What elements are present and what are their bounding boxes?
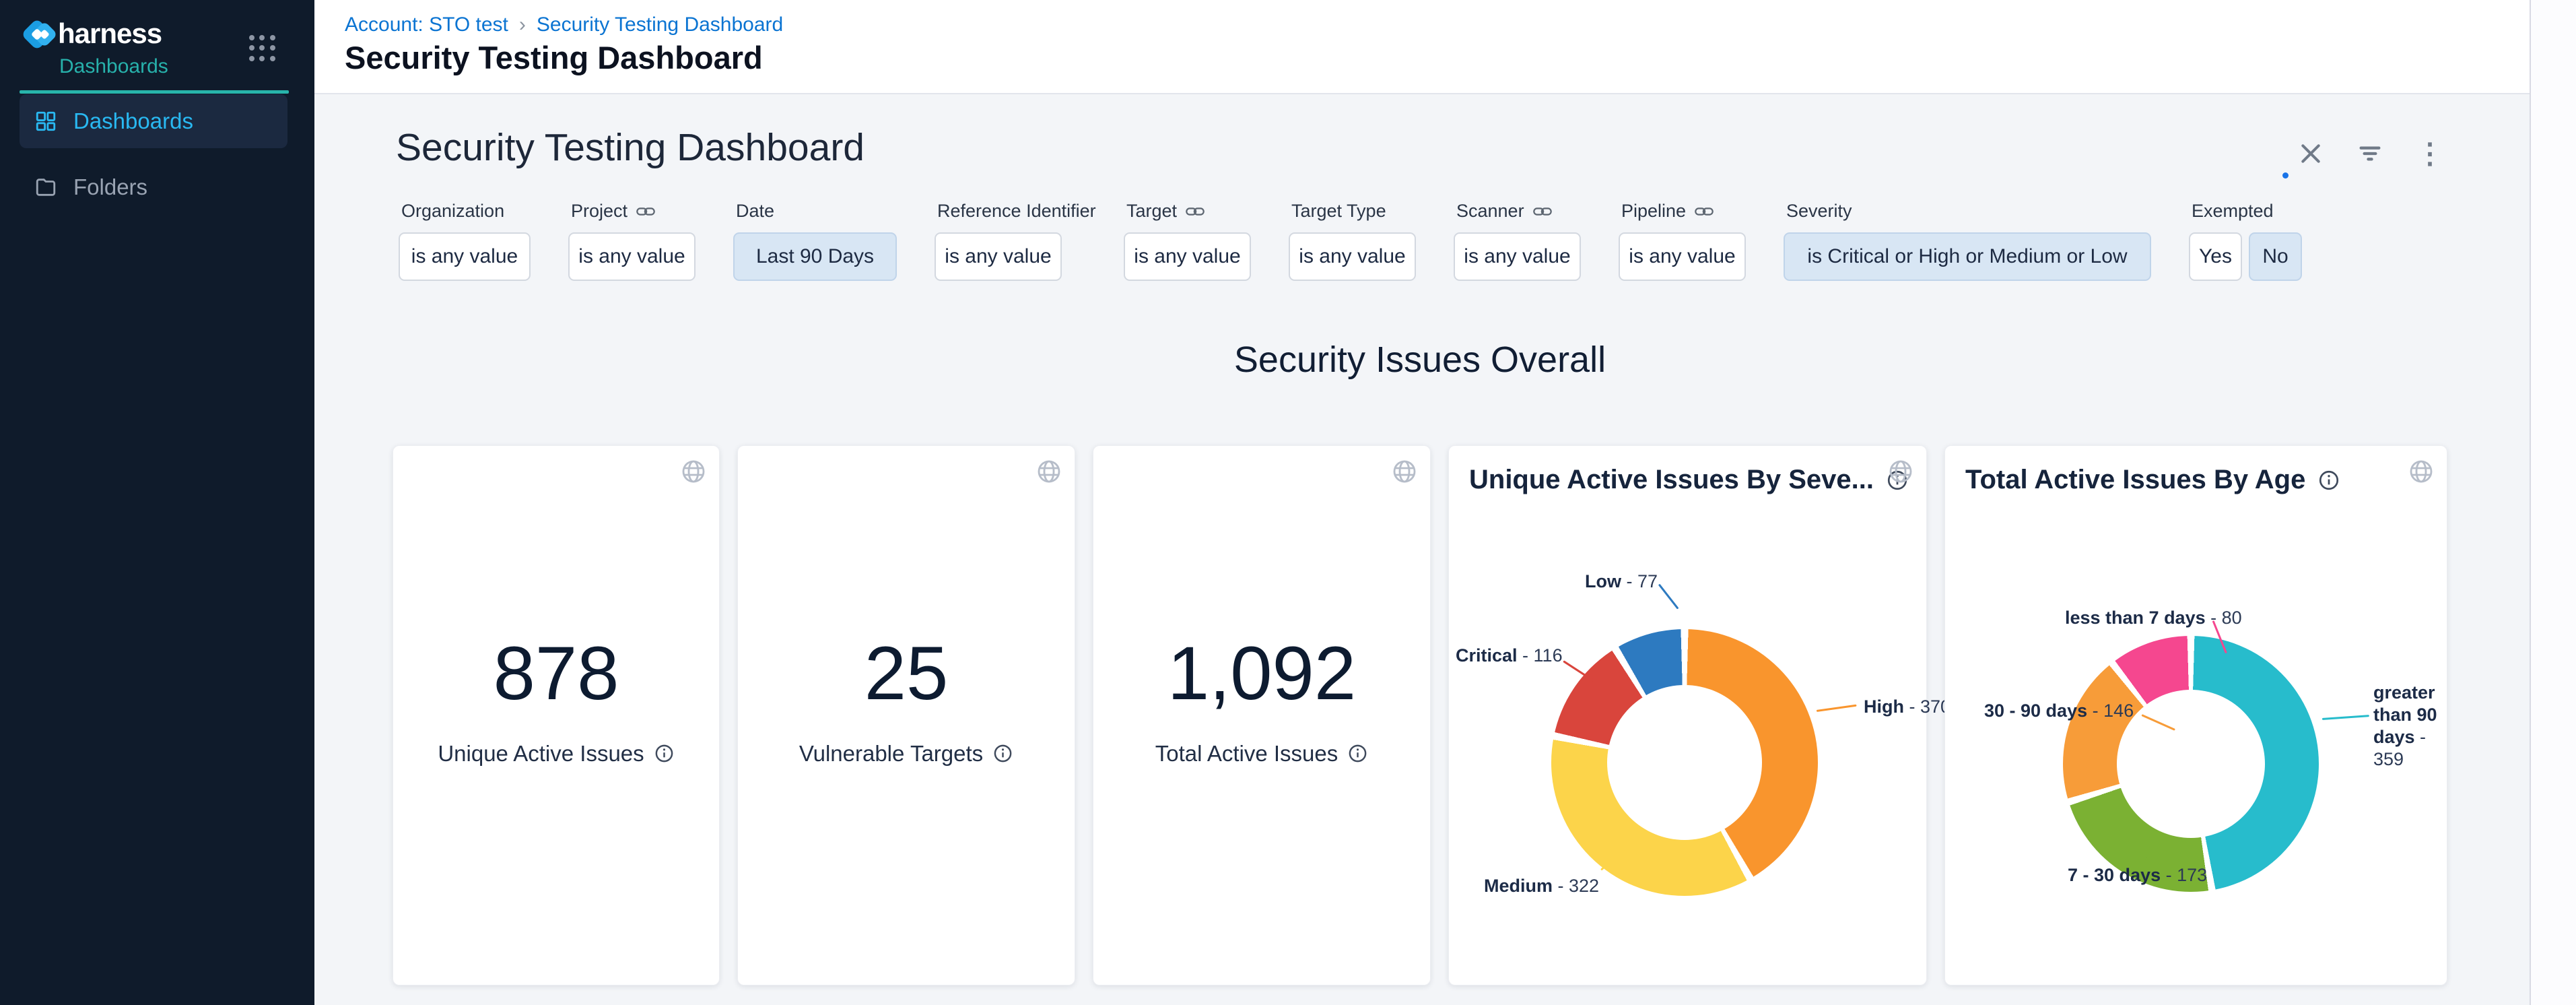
filter-organization: Organization is any value [399,201,531,281]
slice-label-less-7: less than 7 days - 80 [2065,608,2242,628]
module-label: Dashboards [59,55,168,78]
cards-row: 878 Unique Active Issues 25 Vulnerab [393,445,2530,985]
filter-exempted: Exempted Yes No [2189,201,2302,281]
tile-value: 1,092 [1167,630,1356,717]
filter-project-value[interactable]: is any value [568,232,696,281]
panel-toolbar: ⋮ [2297,140,2443,167]
filter-bar: Organization is any value Project is any… [399,201,2530,281]
filter-reference-identifier-value[interactable]: is any value [935,232,1062,281]
exempted-no-button[interactable]: No [2249,232,2302,281]
breadcrumb-account-link[interactable]: Account: STO test [345,13,508,36]
close-icon[interactable] [2297,140,2324,167]
filter-organization-value[interactable]: is any value [399,232,531,281]
filter-target: Target is any value [1124,201,1251,281]
filter-date: Date Last 90 Days [733,201,897,281]
tile-total-active-issues: 1,092 Total Active Issues [1093,445,1431,985]
donut-chart-age[interactable] [2063,636,2319,892]
link-icon [1185,201,1205,222]
filter-label: Project [571,201,628,222]
chart-unique-active-issues-by-severity: Unique Active Issues By Seve... High - 3… [1448,445,1927,985]
dashboards-icon [34,110,57,133]
sidebar-item-folders[interactable]: Folders [20,160,287,214]
sidebar-item-label: Dashboards [73,108,193,134]
filter-label: Reference Identifier [937,201,1096,222]
filter-icon[interactable] [2357,140,2383,167]
vertical-scrollbar[interactable] [2530,0,2576,1005]
filter-target-value[interactable]: is any value [1124,232,1251,281]
tile-label: Unique Active Issues [438,741,644,767]
callout-line [2322,715,2369,720]
info-icon[interactable] [2317,469,2340,492]
filter-project: Project is any value [568,201,696,281]
filter-scanner: Scanner is any value [1454,201,1581,281]
folder-icon [34,176,57,199]
filter-label: Scanner [1456,201,1524,222]
filter-severity-value[interactable]: is Critical or High or Medium or Low [1784,232,2151,281]
sidebar-item-dashboards[interactable]: Dashboards [20,94,287,148]
section-title: Security Issues Overall [393,339,2447,381]
tile-vulnerable-targets: 25 Vulnerable Targets [737,445,1075,985]
globe-icon[interactable] [1887,458,1914,485]
sidebar-nav: Dashboards Folders [0,74,314,214]
tile-label: Total Active Issues [1155,741,1338,767]
sidebar-item-label: Folders [73,174,147,200]
tile-unique-active-issues: 878 Unique Active Issues [393,445,720,985]
tile-value: 878 [494,630,619,717]
filter-reference-identifier: Reference Identifier is any value [935,201,1086,281]
filter-label: Date [736,201,774,222]
page-header: Account: STO test › Security Testing Das… [314,0,2576,94]
chart-title: Unique Active Issues By Seve... [1469,465,1874,495]
filter-label: Exempted [2192,201,2274,222]
main-content: Security Testing Dashboard ⋮ Organizatio… [314,96,2530,1005]
info-icon[interactable] [1347,743,1368,764]
slice-label-medium: Medium - 322 [1484,876,1599,897]
filter-target-type: Target Type is any value [1289,201,1416,281]
filter-label: Severity [1786,201,1852,222]
slice-label-7-30: 7 - 30 days - 173 [2068,865,2207,886]
filter-scanner-value[interactable]: is any value [1454,232,1581,281]
kebab-menu-icon[interactable]: ⋮ [2416,140,2443,167]
slice-label-30-90: 30 - 90 days - 146 [1984,701,2134,721]
brand-row: harness Dashboards [0,0,314,74]
filter-label: Pipeline [1621,201,1686,222]
chart-total-active-issues-by-age: Total Active Issues By Age greater than … [1944,445,2447,985]
tile-value: 25 [865,630,949,717]
callout-line [1817,705,1857,712]
slice-label-high: High - 370 [1864,696,1951,717]
filter-pipeline-value[interactable]: is any value [1619,232,1746,281]
info-icon[interactable] [992,743,1013,764]
breadcrumb: Account: STO test › Security Testing Das… [345,13,783,36]
apps-grid-icon[interactable] [249,35,276,62]
brand-name: harness [58,18,162,50]
slice-label-low: Low - 77 [1555,571,1658,592]
filter-label: Target Type [1291,201,1386,222]
exempted-yes-button[interactable]: Yes [2189,232,2242,281]
slice-label-greater-90: greater than 90 days - 359 [2373,682,2455,771]
link-icon [636,201,656,222]
filter-severity: Severity is Critical or High or Medium o… [1784,201,2151,281]
donut-chart-severity[interactable] [1551,629,1818,896]
info-icon[interactable] [654,743,675,764]
notification-dot [2282,172,2289,179]
chevron-right-icon: › [519,13,526,36]
filter-date-value[interactable]: Last 90 Days [733,232,897,281]
sidebar: harness Dashboards Dashboards [0,0,314,1005]
breadcrumb-dashboard-link[interactable]: Security Testing Dashboard [537,13,783,36]
link-icon [1532,201,1553,222]
filter-label: Organization [401,201,504,222]
globe-icon[interactable] [2408,458,2435,485]
filter-target-type-value[interactable]: is any value [1289,232,1416,281]
link-icon [1694,201,1714,222]
module-underline [20,90,289,94]
page-title: Security Testing Dashboard [345,39,763,76]
filter-pipeline: Pipeline is any value [1619,201,1746,281]
callout-line [1658,584,1679,610]
slice-label-critical: Critical - 116 [1456,645,1563,666]
filter-label: Target [1126,201,1177,222]
tile-label: Vulnerable Targets [799,741,983,767]
dashboard-panel-title: Security Testing Dashboard [396,125,2530,170]
chart-title: Total Active Issues By Age [1965,465,2305,495]
